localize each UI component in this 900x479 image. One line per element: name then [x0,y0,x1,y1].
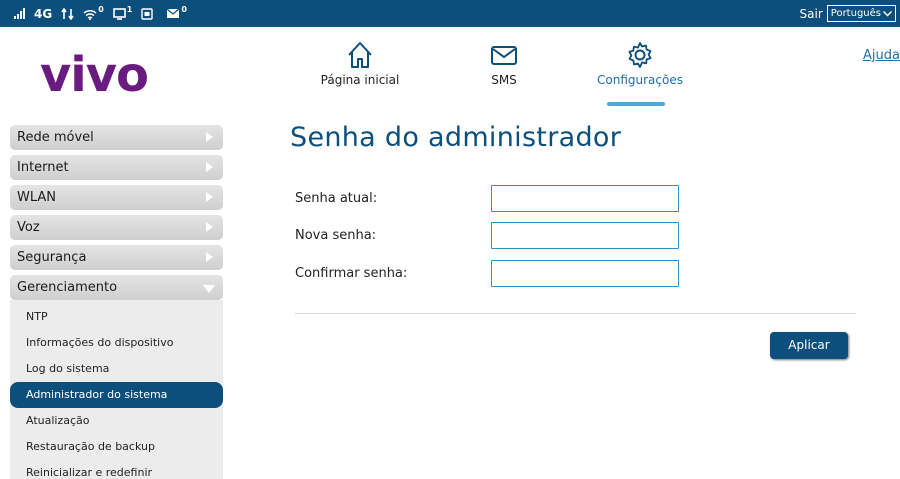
nav-settings[interactable]: Configurações [585,40,695,106]
help-link[interactable]: Ajuda [863,48,900,63]
sidebar-item-rede-movel[interactable]: Rede móvel [10,125,223,150]
active-tab-indicator [607,102,665,106]
sidebar-item-label: Gerenciamento [17,280,118,295]
messages-status: 0 [166,5,187,19]
new-password-input[interactable] [491,222,679,249]
status-bar: 4G 0 1 0 Sair Português [0,0,900,27]
arrow-down-icon [203,285,215,293]
sidebar-item-voz[interactable]: Voz [10,215,223,240]
submenu-item-reboot-reset[interactable]: Reinicializar e redefinir [10,460,223,479]
sidebar-item-seguranca[interactable]: Segurança [10,245,223,270]
arrow-right-icon [206,252,213,262]
wifi-count: 0 [98,4,104,14]
submenu-item-device-info[interactable]: Informações do dispositivo [10,330,223,356]
chevron-down-icon [883,10,892,16]
sidebar-item-wlan[interactable]: WLAN [10,185,223,210]
submenu-item-update[interactable]: Atualização [10,408,223,434]
nav-settings-label: Configurações [597,73,683,87]
submenu-item-ntp[interactable]: NTP [10,304,223,330]
network-type-label: 4G [34,6,53,21]
arrow-right-icon [206,192,213,202]
submenu-gerenciamento: NTP Informações do dispositivo Log do si… [10,300,223,479]
vivo-logo: vivo [40,47,149,103]
sidebar-item-label: Voz [17,220,40,235]
signal-strength-icon [14,8,25,19]
data-transfer-icon [61,7,74,20]
sim-card-icon [141,7,154,20]
form-divider [295,313,856,314]
arrow-right-icon [206,222,213,232]
current-password-input[interactable] [491,185,679,212]
new-password-label: Nova senha: [295,228,377,243]
sidebar-item-label: Internet [17,160,69,175]
current-password-label: Senha atual: [295,191,378,206]
sim-status [141,7,154,20]
nav-sms-label: SMS [491,73,517,87]
page-title: Senha do administrador [290,122,622,153]
arrow-right-icon [206,132,213,142]
sidebar-item-label: WLAN [17,190,57,205]
submenu-item-backup-restore[interactable]: Restauração de backup [10,434,223,460]
new-password-row: Nova senha: [295,222,685,249]
status-actions: Sair Português [800,0,896,27]
message-icon [166,8,180,18]
wifi-status: 0 [83,4,104,20]
logout-link[interactable]: Sair [800,7,823,21]
gear-icon [628,42,652,68]
device-icon [112,7,126,20]
sidebar-menu: Rede móvel Internet WLAN Voz Segurança G… [10,125,223,479]
home-icon [348,42,372,68]
nav-sms[interactable]: SMS [474,40,534,87]
apply-button[interactable]: Aplicar [770,332,848,359]
sidebar-item-label: Segurança [17,250,87,265]
confirm-password-input[interactable] [491,260,679,287]
sidebar-item-internet[interactable]: Internet [10,155,223,180]
envelope-icon [491,46,517,65]
confirm-password-row: Confirmar senha: [295,260,685,287]
nav-home-label: Página inicial [320,73,400,87]
submenu-item-system-log[interactable]: Log do sistema [10,356,223,382]
sidebar-item-gerenciamento[interactable]: Gerenciamento [10,275,223,300]
language-value: Português [830,8,881,19]
current-password-row: Senha atual: [295,185,685,212]
wifi-icon [83,9,97,20]
language-select[interactable]: Português [826,5,896,22]
devices-status: 1 [112,4,133,20]
messages-count: 0 [181,5,187,14]
devices-count: 1 [126,4,133,14]
confirm-password-label: Confirmar senha: [295,266,408,281]
status-indicators: 4G 0 1 0 [14,0,187,27]
nav-home[interactable]: Página inicial [310,40,410,87]
sidebar-item-label: Rede móvel [17,130,94,145]
arrow-right-icon [206,162,213,172]
submenu-item-system-admin[interactable]: Administrador do sistema [10,382,223,408]
